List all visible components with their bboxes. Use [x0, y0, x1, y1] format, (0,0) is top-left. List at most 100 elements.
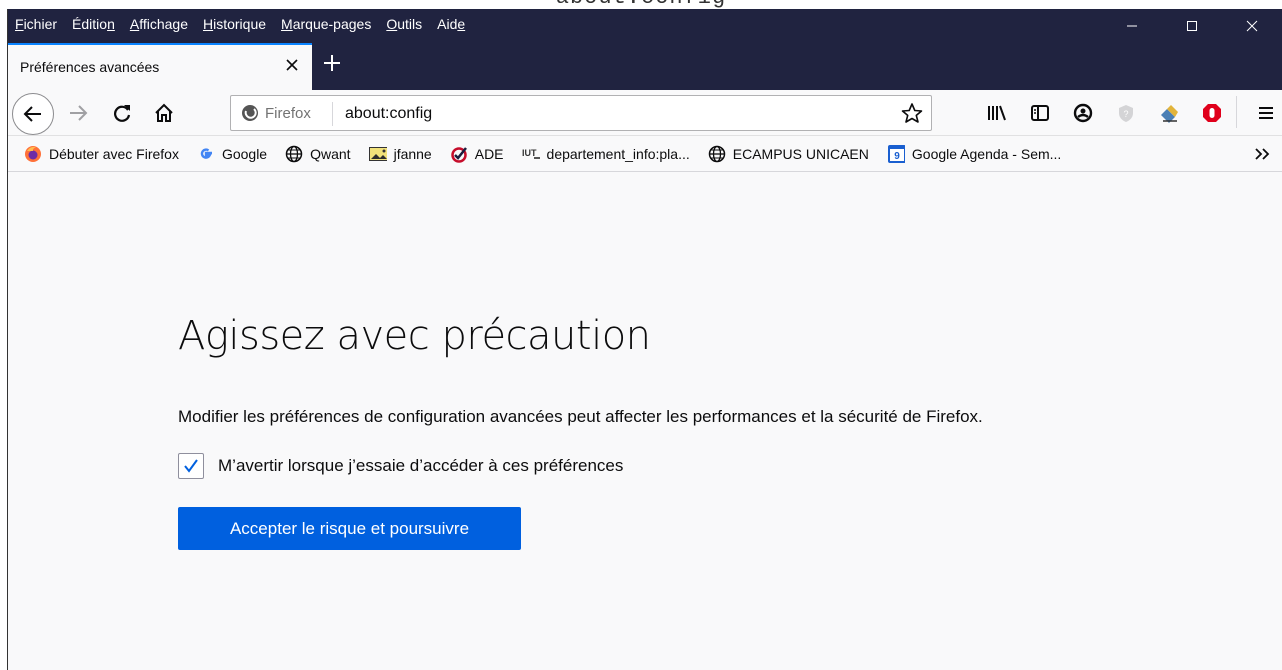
firefox-identity-icon [242, 105, 258, 121]
bookmark-item[interactable]: ECAMPUS UNICAEN [708, 145, 869, 163]
library-icon [988, 105, 1006, 121]
menu-item-text: Éditio [72, 16, 108, 32]
bookmark-item[interactable]: Qwant [285, 145, 351, 163]
menu-item[interactable]: Outils [386, 16, 422, 32]
tab-active[interactable]: Préférences avancées [8, 43, 312, 90]
calendar-icon: 9 [887, 144, 905, 163]
image-icon [368, 145, 387, 163]
identity-label: Firefox [265, 104, 311, 122]
extension-pen-button[interactable] [1155, 99, 1183, 127]
star-icon [901, 103, 923, 123]
maximize-button[interactable] [1162, 9, 1222, 43]
home-button[interactable] [150, 99, 178, 127]
pen-icon [1161, 105, 1178, 123]
bookmarks-overflow-button[interactable] [1250, 142, 1274, 166]
menu-item-text: ffichage [139, 16, 188, 32]
iut-icon: IUT [522, 145, 540, 163]
close-window-button[interactable] [1222, 9, 1282, 43]
firefox-icon [24, 145, 42, 163]
extension-shield-button[interactable]: ? [1112, 99, 1140, 127]
bookmark-label: Qwant [310, 145, 351, 162]
bookmark-item[interactable]: jfanne [368, 145, 432, 163]
url-bar[interactable]: Firefox about:config [230, 95, 932, 131]
page-content: Agissez avec précaution Modifier les pré… [8, 173, 1282, 670]
bookmark-item[interactable]: Débuter avec Firefox [24, 145, 179, 163]
globe-icon [708, 145, 726, 163]
reload-button[interactable] [108, 99, 136, 127]
menu-item[interactable]: Affichage [130, 16, 188, 32]
minimize-button[interactable] [1102, 9, 1162, 43]
warn-checkbox-label[interactable]: M’avertir lorsque j’essaie d’accéder à c… [218, 456, 623, 476]
svg-text:IUT: IUT [522, 148, 537, 158]
caption-text: about:config [556, 0, 726, 9]
menu-bar: Fichier Édition Affichage Historique Marque-… [8, 9, 480, 39]
bookmark-label: ECAMPUS UNICAEN [732, 145, 869, 162]
bookmark-label: Débuter avec Firefox [49, 145, 179, 162]
bookmark-star-button[interactable] [899, 101, 925, 127]
svg-text:9: 9 [894, 151, 900, 162]
warning-checkbox-row[interactable]: M’avertir lorsque j’essaie d’accéder à c… [178, 453, 623, 479]
menu-item-accesskey: H [202, 16, 214, 32]
warn-checkbox[interactable] [178, 453, 204, 479]
globe-icon [285, 145, 303, 163]
forward-button[interactable] [64, 99, 92, 127]
menu-button[interactable] [1252, 99, 1280, 127]
window-controls [1102, 9, 1282, 43]
bookmark-label: ADE [474, 145, 504, 162]
shield-question-icon: ? [1119, 105, 1133, 122]
toolbar-extensions: ? [983, 99, 1241, 127]
menu-item-text: utils [397, 16, 423, 32]
back-button[interactable] [12, 93, 54, 135]
menu-item[interactable]: Historique [203, 16, 266, 32]
svg-text:?: ? [1123, 109, 1128, 119]
extension-adblock-button[interactable] [1198, 99, 1226, 127]
accept-risk-button[interactable]: Accepter le risque et poursuivre [178, 507, 521, 550]
bookmark-label: jfanne [393, 145, 432, 162]
library-button[interactable] [983, 99, 1011, 127]
toolbar-separator [1236, 96, 1237, 128]
tab-close-button[interactable] [282, 55, 302, 75]
reload-icon [114, 105, 131, 122]
bookmark-label: departement_info:pla... [546, 145, 690, 162]
account-button[interactable] [1069, 99, 1097, 127]
url-input[interactable]: about:config [345, 105, 432, 123]
new-tab-button[interactable] [320, 51, 344, 75]
menu-item-text: arque-pages [292, 16, 372, 32]
account-icon [1073, 103, 1093, 123]
checkmark-icon [184, 459, 198, 473]
menu-item-accesskey: M [281, 16, 293, 32]
warning-text: Modifier les préférences de configuratio… [178, 407, 983, 426]
menu-item[interactable]: Fichier [15, 16, 57, 32]
identity-box[interactable]: Firefox [241, 104, 311, 122]
sidebar-button[interactable] [1026, 99, 1054, 127]
menu-item-text: istorique [213, 16, 267, 32]
bookmark-item[interactable]: ADE [450, 145, 504, 163]
plus-icon [324, 55, 340, 71]
menu-item[interactable]: Édition [72, 16, 115, 32]
menu-item-text: ichier [23, 16, 58, 32]
tab-strip: Préférences avancées [8, 43, 1282, 90]
menu-item-accesskey: e [457, 16, 466, 32]
menu-item-accesskey: O [386, 16, 398, 32]
ade-icon [450, 145, 468, 163]
menu-item-accesskey: n [107, 16, 115, 32]
maximize-icon [1187, 21, 1197, 31]
bookmark-item[interactable]: 9 Google Agenda - Sem... [887, 144, 1062, 163]
close-icon [1246, 20, 1258, 32]
sidebar-icon [1031, 105, 1049, 121]
close-icon [286, 59, 298, 71]
menu-item-text: Aid [437, 16, 458, 32]
arrow-left-icon [23, 106, 41, 122]
bookmark-label: Google Agenda - Sem... [911, 145, 1062, 162]
bookmark-item[interactable]: Google [197, 145, 267, 163]
menu-item[interactable]: Aide [437, 16, 465, 32]
minimize-icon [1127, 25, 1137, 27]
bookmark-item[interactable]: IUT departement_info:pla... [522, 145, 690, 163]
hamburger-icon [1259, 107, 1273, 119]
menu-item[interactable]: Marque-pages [281, 16, 371, 32]
bookmarks-toolbar: Débuter avec Firefox Google Qwant jfanne ADE… [8, 136, 1282, 172]
arrow-right-icon [70, 105, 88, 121]
title-bar: Fichier Édition Affichage Historique Marque-… [8, 9, 1282, 43]
browser-window: Fichier Édition Affichage Historique Marque-… [7, 9, 1282, 670]
tab-title: Préférences avancées [20, 59, 160, 75]
